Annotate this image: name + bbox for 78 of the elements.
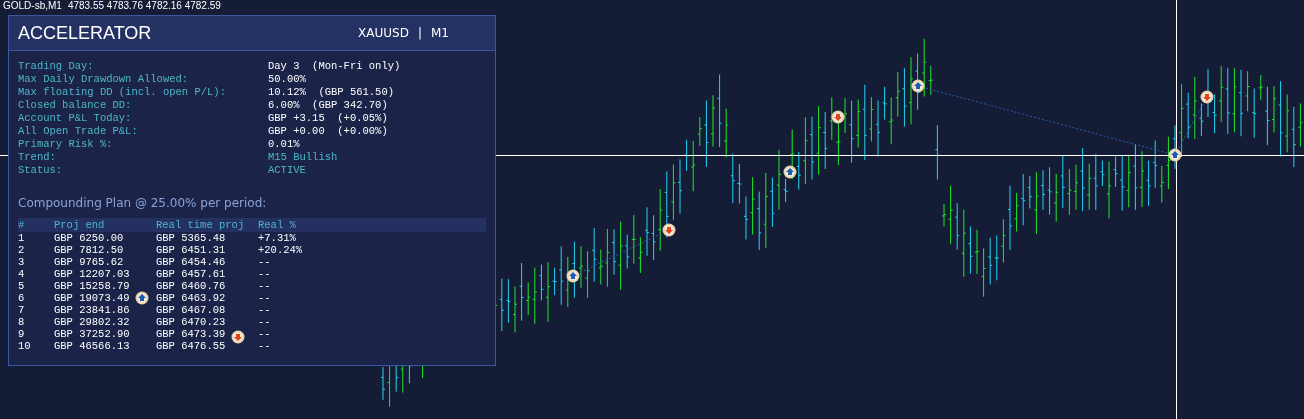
stat-value: M15 Bullish — [268, 151, 338, 164]
table-cell: -- — [258, 292, 271, 304]
stat-value: 50.00% — [268, 73, 306, 86]
up-arrow-icon — [1168, 148, 1182, 162]
stat-value: 10.12% (GBP 561.50) — [268, 86, 395, 99]
table-cell: 9 — [18, 328, 25, 340]
down-arrow-icon — [662, 223, 676, 237]
stat-value: ACTIVE — [268, 164, 306, 177]
table-cell: 7 — [18, 304, 25, 316]
table-cell: GBP 23841.86 — [54, 304, 130, 316]
price-quotes: 4783.55 4783.76 4782.16 4782.59 — [67, 0, 221, 11]
table-cell: -- — [258, 268, 271, 280]
table-cell: GBP 6467.08 — [156, 304, 226, 316]
table-cell: GBP 6460.76 — [156, 280, 226, 292]
table-cell: 3 — [18, 256, 25, 268]
table-cell: GBP 19073.49 — [54, 292, 130, 304]
column-header: Proj end — [54, 218, 106, 232]
table-cell: GBP 9765.62 — [54, 256, 124, 268]
table-cell: GBP 12207.03 — [54, 268, 130, 280]
stat-label: Max floating DD (incl. open P/L): — [18, 86, 227, 99]
column-header: Real time proj — [156, 218, 246, 232]
panel-title: ACCELERATOR — [18, 22, 152, 44]
table-cell: -- — [258, 316, 271, 328]
table-cell: -- — [258, 328, 271, 340]
stat-value: 6.00% (GBP 342.70) — [268, 99, 388, 112]
symbol-label: XAUUSD — [358, 26, 409, 40]
down-arrow-icon — [231, 330, 245, 344]
stat-label: Max Daily Drawdown Allowed: — [18, 73, 190, 86]
stat-label: Status: — [18, 164, 64, 177]
table-cell: 5 — [18, 280, 25, 292]
table-cell: GBP 6473.39 — [156, 328, 226, 340]
table-cell: +20.24% — [258, 244, 303, 256]
table-cell: 10 — [18, 340, 31, 352]
stat-label: Primary Risk %: — [18, 138, 114, 151]
stat-label: Account P&L Today: — [18, 112, 133, 125]
table-cell: 6 — [18, 292, 25, 304]
plan-title: Compounding Plan @ 25.00% per period: — [18, 196, 268, 212]
table-cell: 8 — [18, 316, 25, 328]
table-cell: GBP 15258.79 — [54, 280, 130, 292]
table-cell: +7.31% — [258, 232, 296, 244]
column-header: Real % — [258, 218, 297, 232]
stat-value: 0.01% — [268, 138, 300, 151]
separator-text: | — [417, 26, 422, 40]
table-cell: GBP 37252.90 — [54, 328, 130, 340]
chart-symbol: GOLD-sb,M1 — [3, 0, 62, 11]
stat-label: Trend: — [18, 151, 57, 164]
table-cell: GBP 6451.31 — [156, 244, 226, 256]
table-cell: GBP 7812.50 — [54, 244, 124, 256]
table-cell: GBP 46566.13 — [54, 340, 130, 352]
table-cell: GBP 6463.92 — [156, 292, 226, 304]
down-arrow-icon — [1200, 90, 1214, 104]
table-cell: GBP 6470.23 — [156, 316, 226, 328]
table-cell: -- — [258, 280, 271, 292]
stat-value: Day 3 (Mon-Fri only) — [268, 60, 401, 73]
stat-value: GBP +3.15 (+0.05%) — [268, 112, 388, 125]
table-cell: GBP 6250.00 — [54, 232, 124, 244]
table-cell: -- — [258, 304, 271, 316]
table-cell: -- — [258, 340, 271, 352]
timeframe-label: M1 — [431, 26, 449, 40]
up-arrow-icon — [135, 291, 149, 305]
up-arrow-icon — [783, 165, 797, 179]
stat-label: Closed balance DD: — [18, 99, 133, 112]
table-cell: 1 — [18, 232, 25, 244]
column-header: # — [18, 218, 26, 232]
up-arrow-icon — [566, 269, 580, 283]
table-cell: 2 — [18, 244, 25, 256]
table-cell: 4 — [18, 268, 25, 280]
table-cell: GBP 5365.48 — [156, 232, 226, 244]
table-cell: GBP 6457.61 — [156, 268, 226, 280]
up-arrow-icon — [911, 79, 925, 93]
stat-label: Trading Day: — [18, 60, 95, 73]
stat-value: GBP +0.00 (+0.00%) — [268, 125, 388, 138]
down-arrow-icon — [831, 110, 845, 124]
table-cell: -- — [258, 256, 271, 268]
table-cell: GBP 29802.32 — [54, 316, 130, 328]
stat-label: All Open Trade P&L: — [18, 125, 139, 138]
table-cell: GBP 6454.46 — [156, 256, 226, 268]
table-cell: GBP 6476.55 — [156, 340, 226, 352]
